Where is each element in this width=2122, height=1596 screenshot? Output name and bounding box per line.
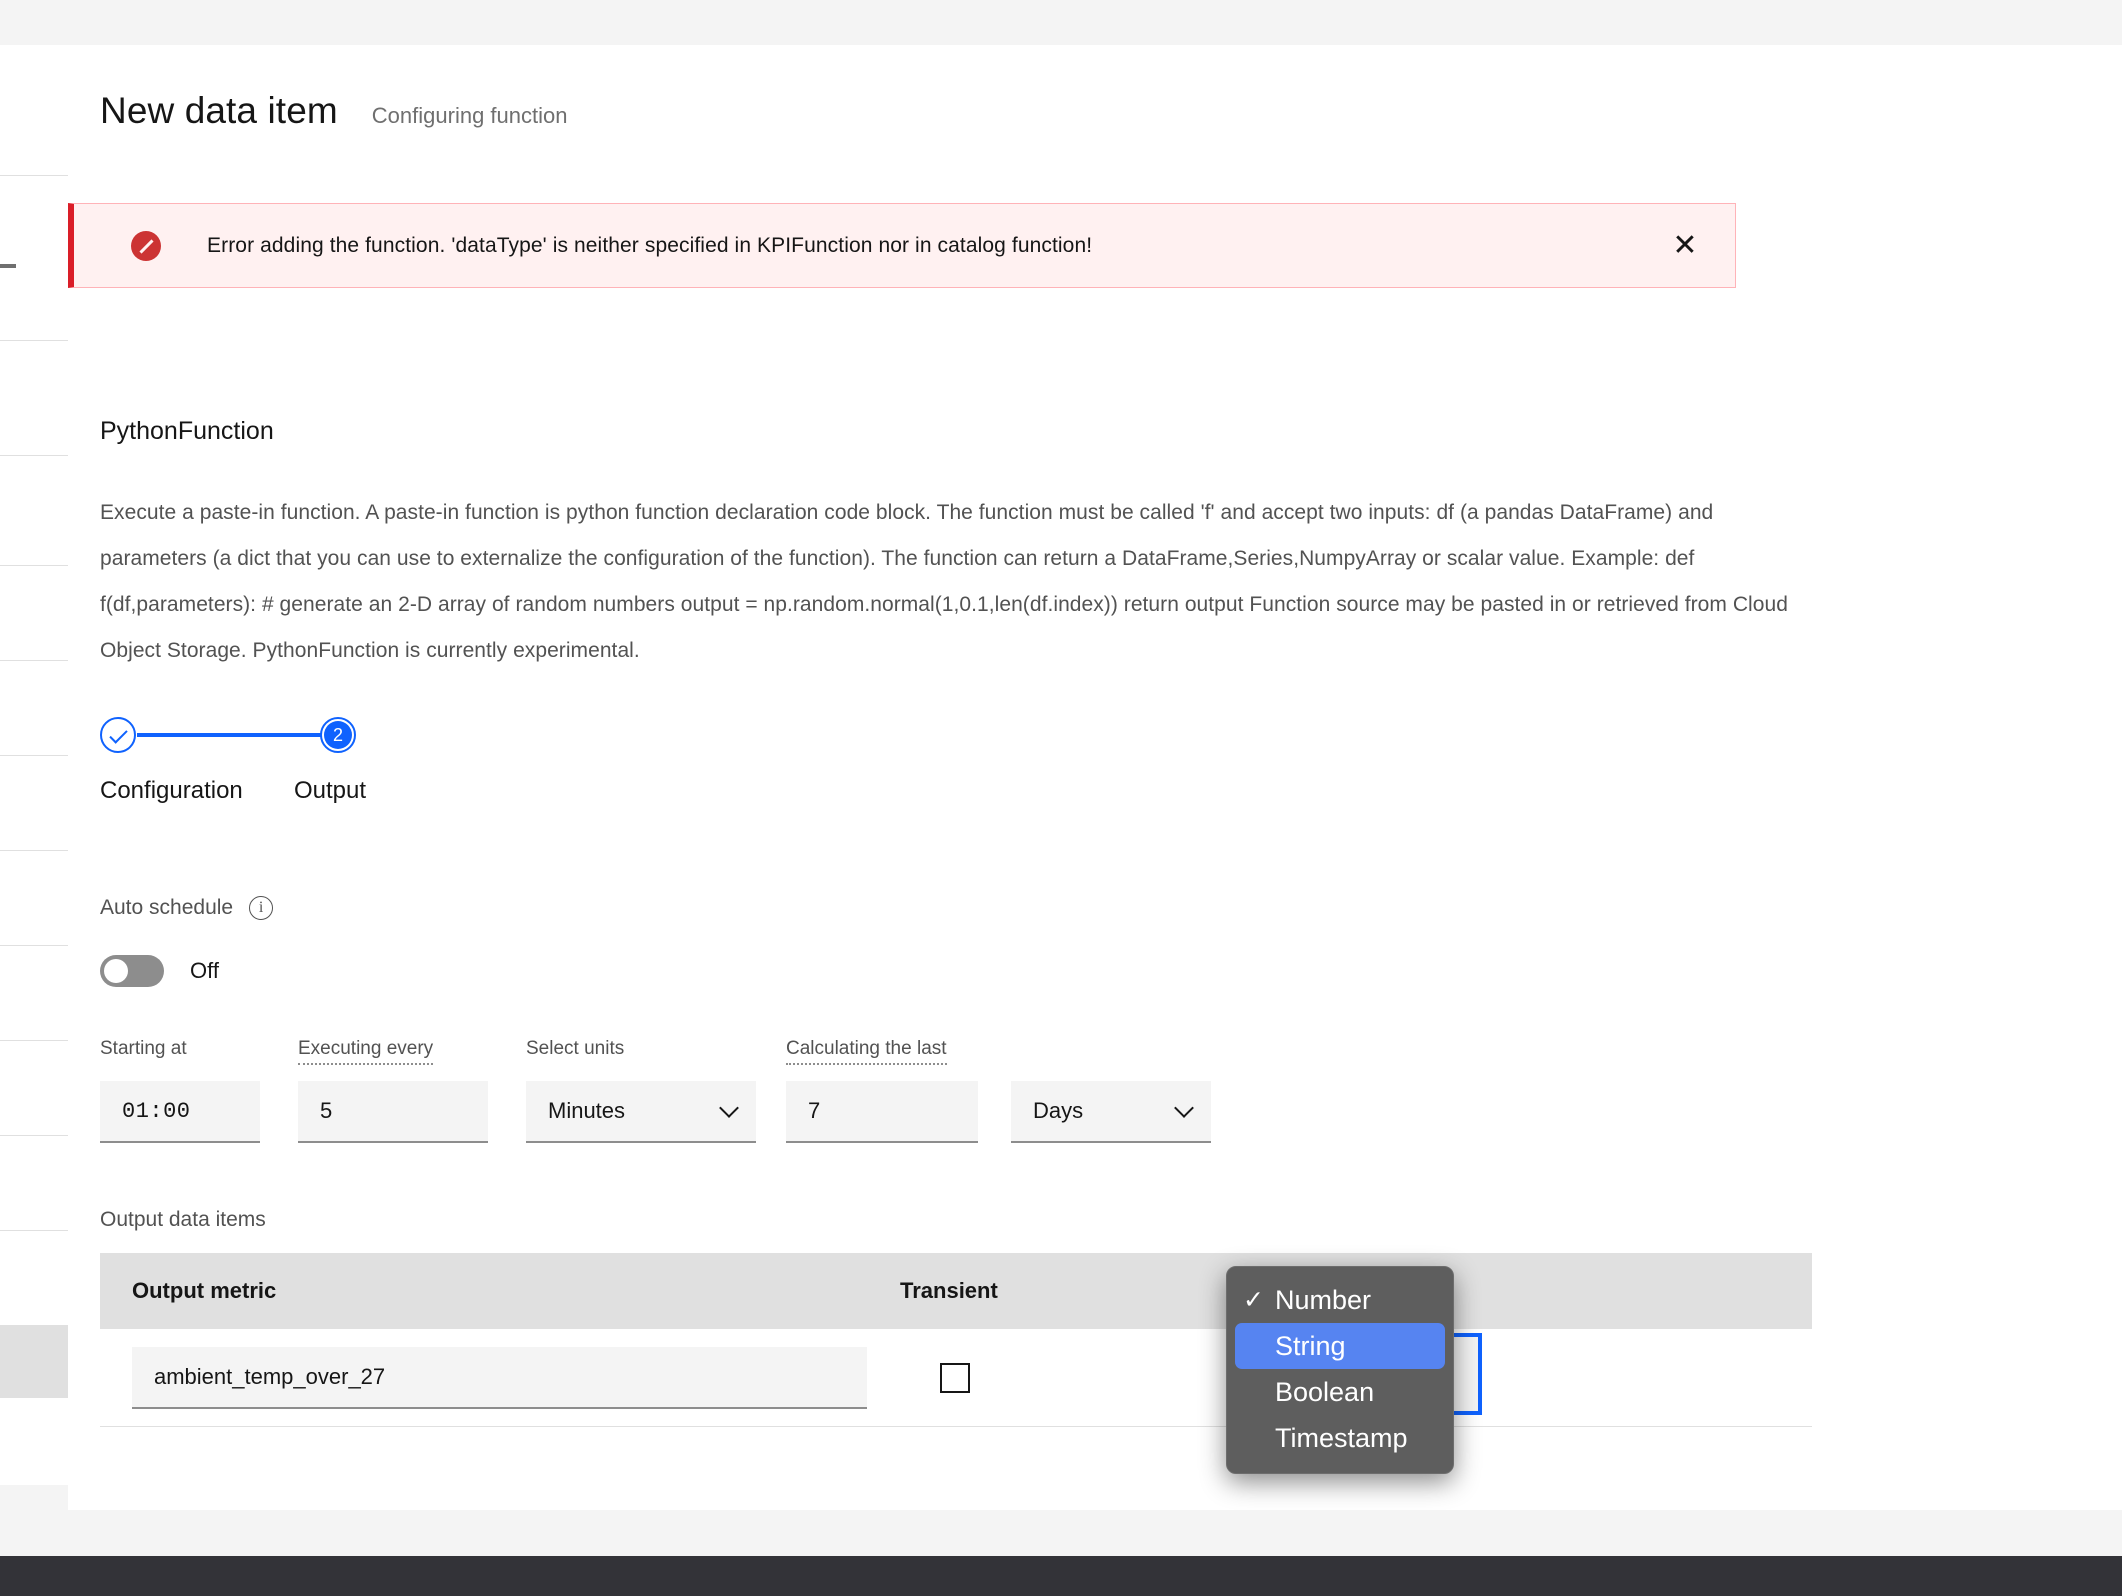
function-name: PythonFunction <box>100 417 274 445</box>
background-below-modal <box>0 1510 2122 1556</box>
cell-output-metric: ambient_temp_over_27 <box>100 1346 900 1409</box>
toggle-knob <box>104 959 128 983</box>
output-table-caption: Output data items <box>100 1208 266 1231</box>
stepper-step-configuration[interactable] <box>100 717 136 753</box>
function-description: Execute a paste-in function. A paste-in … <box>100 501 1788 662</box>
table-header-row: Output metric Transient Data type <box>100 1253 1812 1329</box>
background-footer-bar <box>0 1556 2122 1596</box>
menu-item-string[interactable]: String <box>1235 1323 1445 1369</box>
chevron-down-icon <box>1174 1098 1194 1118</box>
field-calculating-units: Days <box>1011 1038 1211 1143</box>
output-data-items-table: Output metric Transient Data type ambien… <box>100 1253 1812 1427</box>
field-label-select-units: Select units <box>526 1038 625 1059</box>
field-select-units: Select units Minutes <box>526 1038 756 1143</box>
background-topbar <box>0 0 2122 45</box>
information-icon[interactable]: i <box>249 896 274 920</box>
transient-checkbox[interactable] <box>940 1362 970 1393</box>
menu-item-boolean[interactable]: Boolean <box>1227 1369 1453 1415</box>
modal-header: New data item Configuring function <box>100 90 567 132</box>
background-row-marker <box>0 264 16 268</box>
menu-item-timestamp[interactable]: Timestamp <box>1227 1415 1453 1461</box>
field-label-executing-every[interactable]: Executing every <box>298 1038 434 1065</box>
progress-stepper: 2 Configuration Output <box>100 717 520 837</box>
starting-at-input[interactable]: 01:00 <box>100 1081 260 1143</box>
stepper-connector-line <box>137 733 321 737</box>
auto-schedule-toggle-row: Off <box>100 955 219 987</box>
output-metric-input[interactable]: ambient_temp_over_27 <box>132 1346 867 1409</box>
table-row: ambient_temp_over_27 <box>100 1329 1812 1427</box>
app-root: New data item Configuring function Error… <box>0 0 2122 1596</box>
error-filled-icon <box>131 230 161 261</box>
page-subtitle: Configuring function <box>371 103 568 128</box>
calculating-units-value: Days <box>1033 1098 1084 1123</box>
executing-every-input[interactable]: 5 <box>298 1081 488 1143</box>
error-notification: Error adding the function. 'dataType' is… <box>68 203 1736 288</box>
field-calculating-the-last: Calculating the last 7 <box>786 1038 978 1143</box>
auto-schedule-toggle[interactable] <box>100 955 164 987</box>
column-header-output-metric: Output metric <box>132 1278 277 1303</box>
close-icon[interactable]: ✕ <box>1665 226 1705 266</box>
field-starting-at: Starting at 01:00 <box>100 1038 260 1143</box>
field-label-calculating-the-last[interactable]: Calculating the last <box>786 1038 947 1065</box>
error-message: Error adding the function. 'dataType' is… <box>207 233 1093 257</box>
page-title: New data item <box>100 90 338 131</box>
stepper-label-configuration[interactable]: Configuration <box>100 777 243 805</box>
select-units-dropdown[interactable]: Minutes <box>526 1081 756 1143</box>
chevron-down-icon <box>719 1098 739 1118</box>
auto-schedule-label: Auto schedule <box>100 896 234 919</box>
column-header-transient: Transient <box>900 1278 998 1303</box>
cell-transient <box>900 1362 1260 1393</box>
select-units-value: Minutes <box>548 1098 626 1123</box>
auto-schedule-header: Auto schedule i <box>100 896 274 920</box>
field-label-starting-at: Starting at <box>100 1038 187 1059</box>
field-executing-every: Executing every 5 <box>298 1038 488 1143</box>
menu-item-number[interactable]: Number <box>1227 1277 1453 1323</box>
field-label-calculating-units <box>1011 1038 1016 1060</box>
calculating-the-last-input[interactable]: 7 <box>786 1081 978 1143</box>
stepper-step-number: 2 <box>324 721 352 749</box>
toggle-state-label: Off <box>190 958 219 983</box>
calculating-units-dropdown[interactable]: Days <box>1011 1081 1211 1143</box>
schedule-fields-row: Starting at 01:00 Executing every 5 Sele… <box>100 1038 1211 1143</box>
new-data-item-modal: New data item Configuring function Error… <box>68 45 2122 1510</box>
stepper-label-output[interactable]: Output <box>294 777 366 805</box>
data-type-dropdown-menu: Number String Boolean Timestamp <box>1226 1266 1454 1474</box>
stepper-step-output[interactable]: 2 <box>320 717 356 753</box>
